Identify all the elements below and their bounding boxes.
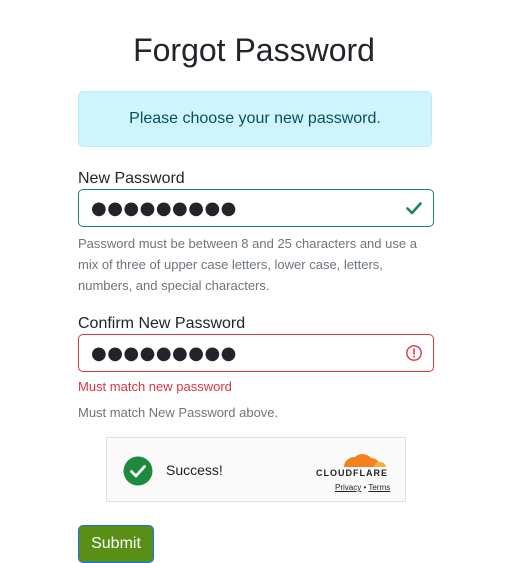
new-password-label: New Password [78, 170, 185, 187]
alert-message: Please choose your new password. [129, 110, 381, 127]
info-alert: Please choose your new password. [78, 91, 432, 147]
cloudflare-wordmark: CLOUDFLARE [316, 468, 388, 478]
check-icon [406, 202, 422, 215]
success-check-icon [123, 456, 153, 486]
exclamation-circle-icon [406, 345, 422, 361]
new-password-value: ●●●●●●●●● [91, 197, 237, 219]
submit-button[interactable]: Submit [78, 525, 154, 563]
link-separator: • [363, 483, 367, 492]
captcha-status: Success! [166, 462, 223, 478]
terms-link[interactable]: Terms [368, 483, 390, 492]
new-password-input[interactable]: ●●●●●●●●● [78, 189, 434, 227]
confirm-password-value: ●●●●●●●●● [91, 342, 237, 364]
privacy-link[interactable]: Privacy [335, 483, 361, 492]
captcha-widget[interactable]: Success! CLOUDFLARE Privacy • Terms [106, 437, 406, 502]
confirm-password-help: Must match New Password above. [78, 405, 279, 420]
confirm-password-error: Must match new password [78, 379, 232, 394]
confirm-password-label: Confirm New Password [78, 315, 246, 332]
page-title: Forgot Password [133, 32, 375, 68]
captcha-links: Privacy • Terms [335, 483, 390, 492]
confirm-password-input[interactable]: ●●●●●●●●● [78, 334, 434, 372]
new-password-help: Password must be between 8 and 25 charac… [78, 236, 417, 293]
